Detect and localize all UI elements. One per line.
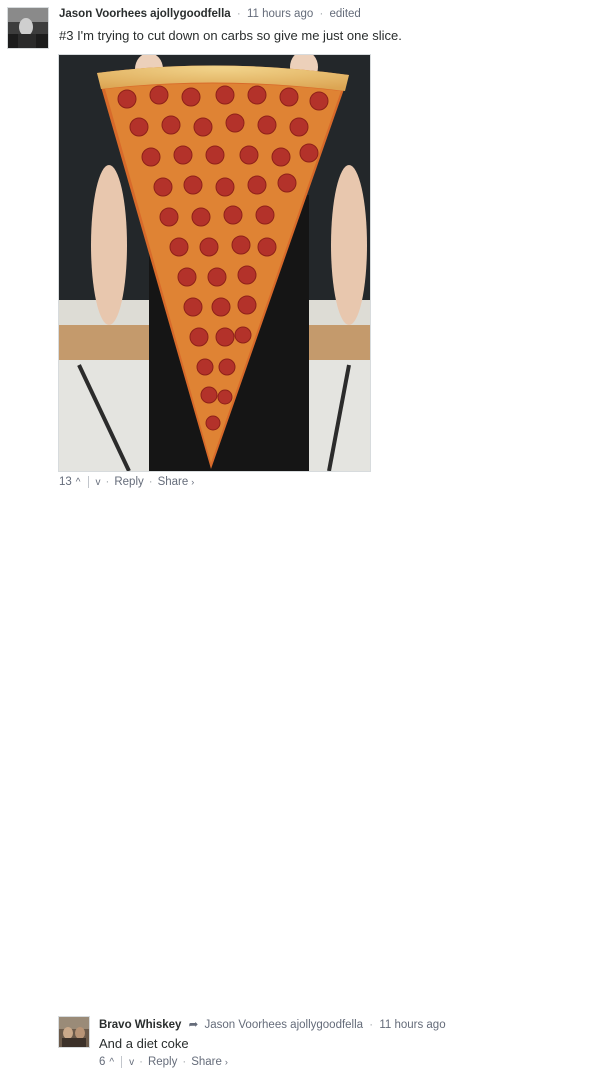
- edited-label: edited: [329, 8, 361, 20]
- separator-dot: ·: [148, 476, 153, 488]
- comment-image[interactable]: [58, 54, 371, 472]
- separator-dot: ·: [105, 476, 110, 488]
- separator-dot: ·: [369, 1019, 374, 1031]
- comment-actions: 6 ^ v · Reply · Share ›: [99, 1056, 228, 1068]
- avatar[interactable]: [58, 1016, 90, 1048]
- comment-text: #3 I'm trying to cut down on carbs so gi…: [59, 28, 402, 43]
- avatar-image: [8, 8, 48, 48]
- comment-actions: 13 ^ v · Reply · Share ›: [59, 476, 194, 488]
- reply-button[interactable]: Reply: [148, 1056, 177, 1068]
- vote-divider: [121, 1056, 123, 1068]
- upvote-button[interactable]: 13 ^: [59, 476, 81, 488]
- upvote-count: 13: [59, 476, 72, 488]
- chevron-up-icon: ^: [75, 476, 81, 488]
- upvote-count: 6: [99, 1056, 106, 1068]
- reply-to-name[interactable]: Jason Voorhees ajollygoodfella: [205, 1019, 364, 1031]
- separator-dot: ·: [319, 8, 324, 20]
- comment-meta: Jason Voorhees ajollygoodfella · 11 hour…: [59, 8, 361, 20]
- share-button[interactable]: Share ›: [191, 1056, 228, 1068]
- comment-text: And a diet coke: [99, 1036, 189, 1051]
- author-name[interactable]: Bravo Whiskey: [99, 1019, 181, 1031]
- avatar-image: [59, 1017, 89, 1047]
- author-name[interactable]: Jason Voorhees ajollygoodfella: [59, 8, 231, 20]
- share-label: Share: [191, 1056, 222, 1068]
- separator-dot: ·: [139, 1056, 143, 1068]
- comment-meta: Bravo Whiskey ➦ Jason Voorhees ajollygoo…: [99, 1017, 446, 1031]
- separator-dot: ·: [236, 8, 241, 20]
- upvote-button[interactable]: 6 ^: [99, 1056, 114, 1068]
- chevron-up-icon: ^: [109, 1056, 115, 1068]
- pizza-photo: [59, 55, 370, 471]
- timestamp[interactable]: 11 hours ago: [379, 1019, 445, 1031]
- vote-divider: [87, 476, 89, 488]
- reply-arrow-icon: ➦: [188, 1019, 199, 1031]
- timestamp[interactable]: 11 hours ago: [247, 8, 313, 20]
- share-label: Share: [157, 476, 189, 488]
- share-button[interactable]: Share ›: [158, 476, 195, 488]
- chevron-right-icon: ›: [191, 477, 195, 487]
- separator-dot: ·: [182, 1056, 187, 1068]
- reply-button[interactable]: Reply: [114, 476, 143, 488]
- chevron-right-icon: ›: [224, 1057, 228, 1067]
- avatar[interactable]: [7, 7, 49, 49]
